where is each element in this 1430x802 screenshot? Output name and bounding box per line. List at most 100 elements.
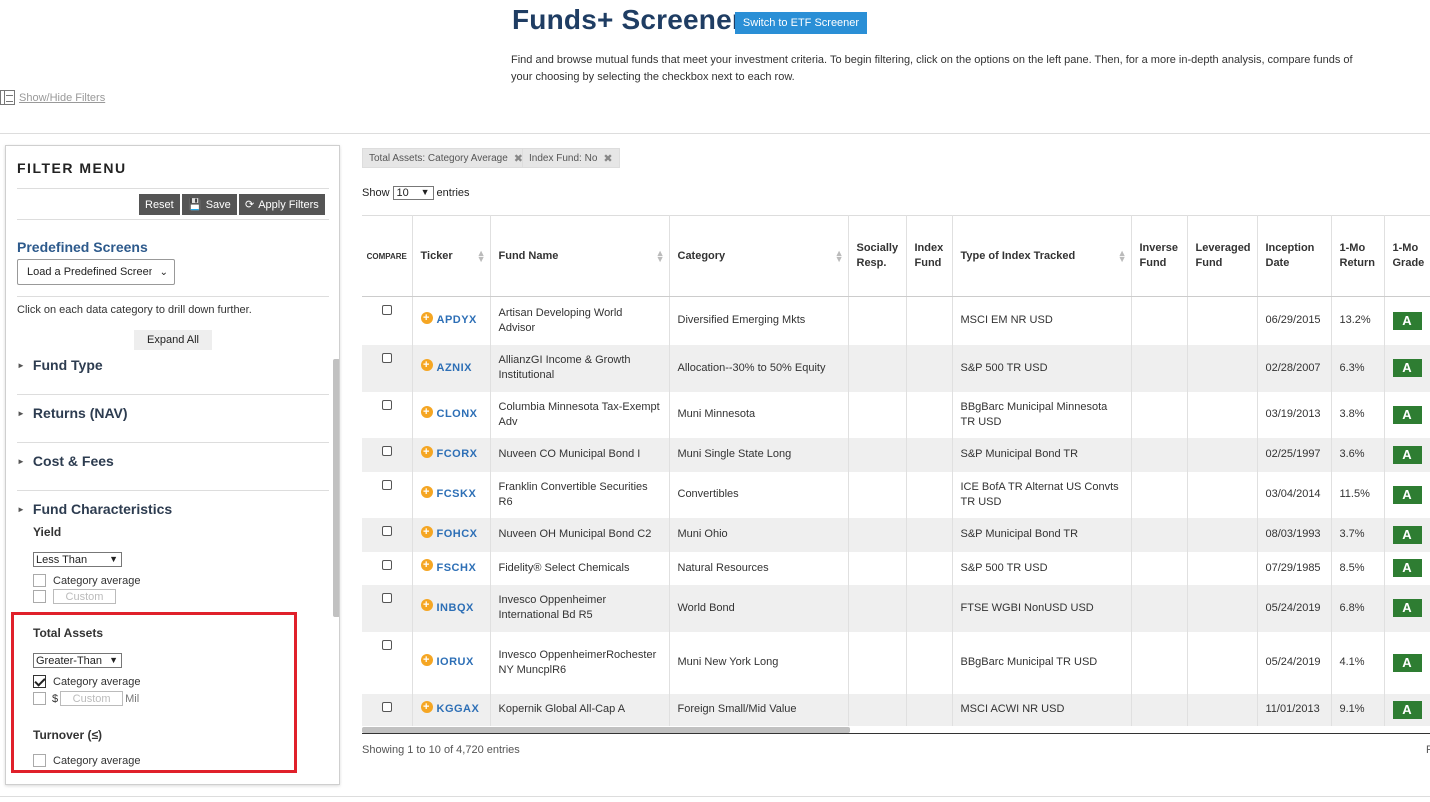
column-header-ticker[interactable]: Ticker ▲ ▼: [412, 215, 491, 297]
index-tracked-cell: BBgBarc Municipal TR USD: [952, 631, 1132, 694]
compare-checkbox[interactable]: [381, 639, 392, 650]
ticker-link[interactable]: + IORUX: [420, 653, 482, 670]
category-cost-fees[interactable]: ► Cost & Fees: [17, 453, 114, 469]
column-header-fund-name[interactable]: Fund Name ▲ ▼: [490, 215, 670, 297]
plus-circle-icon[interactable]: +: [420, 700, 433, 713]
ticker-label: CLONX: [436, 408, 478, 420]
ticker-link[interactable]: + KGGAX: [420, 700, 482, 717]
plus-circle-icon[interactable]: +: [420, 599, 433, 611]
leveraged-fund-cell: [1187, 344, 1258, 392]
ticker-label: IORUX: [436, 656, 474, 668]
category-cell: Muni Ohio: [669, 517, 849, 552]
show-label: Show: [362, 187, 390, 199]
ticker-link[interactable]: + FCSKX: [420, 485, 482, 502]
entries-suffix: entries: [436, 187, 470, 199]
predefined-screens-title: Predefined Screens: [17, 239, 148, 255]
chevron-down-icon: ▼: [109, 554, 118, 564]
category-cell: Muni Single State Long: [669, 437, 849, 472]
grade-badge: A: [1392, 525, 1422, 544]
compare-cell: [362, 584, 413, 632]
yield-custom-option[interactable]: Custom: [33, 589, 116, 604]
compare-checkbox[interactable]: [381, 445, 392, 456]
ticker-link[interactable]: + AZNIX: [420, 359, 482, 376]
category-returns-nav[interactable]: ► Returns (NAV): [17, 405, 128, 421]
yield-label: Yield: [33, 525, 62, 539]
show-hide-filters-link[interactable]: Show/Hide Filters: [0, 90, 105, 105]
column-header-type-of-index[interactable]: Type of Index Tracked ▲ ▼: [952, 215, 1132, 297]
ticker-cell: + IORUX: [412, 631, 491, 694]
grade-badge: A: [1392, 700, 1422, 719]
close-icon[interactable]: ✖: [603, 152, 612, 165]
ticker-link[interactable]: + APDYX: [420, 311, 482, 328]
save-button[interactable]: 💾 Save: [182, 194, 237, 215]
sort-icon: ▲ ▼: [834, 248, 844, 264]
ticker-link[interactable]: + FSCHX: [420, 559, 482, 576]
fund-name-cell: Nuveen CO Municipal Bond I: [490, 437, 670, 472]
compare-checkbox[interactable]: [381, 559, 392, 570]
fund-name-cell: Artisan Developing World Advisor: [490, 296, 670, 345]
table-row: + CLONX Columbia Minnesota Tax-Exempt Adv M…: [362, 391, 1430, 438]
return-cell: 9.1%: [1331, 693, 1385, 726]
filter-scrollbar-thumb[interactable]: [333, 359, 339, 617]
plus-circle-icon[interactable]: +: [420, 445, 433, 458]
yield-category-average-checkbox[interactable]: [33, 574, 46, 587]
column-header-1mo-grade[interactable]: 1-Mo Grade: [1384, 215, 1430, 297]
inception-date-cell: 05/24/2019: [1257, 631, 1332, 694]
column-header-leveraged-fund[interactable]: Leveraged Fund: [1187, 215, 1258, 297]
plus-circle-icon[interactable]: +: [420, 525, 433, 538]
return-cell: 6.3%: [1331, 344, 1385, 392]
active-filter-chip[interactable]: Index Fund: No ✖: [522, 148, 620, 168]
yield-operator-select[interactable]: Less Than ▼: [33, 552, 122, 567]
fund-name-cell: Kopernik Global All-Cap A: [490, 693, 670, 726]
ticker-cell: + FCSKX: [412, 471, 491, 518]
yield-custom-input[interactable]: Custom: [53, 589, 116, 604]
show-hide-filters-label: Show/Hide Filters: [19, 91, 106, 104]
column-header-inception-date[interactable]: Inception Date: [1257, 215, 1332, 297]
plus-circle-icon[interactable]: +: [420, 405, 433, 418]
leveraged-fund-cell: [1187, 471, 1258, 518]
apply-filters-button[interactable]: ⟳ Apply Filters: [239, 194, 325, 215]
plus-circle-icon[interactable]: +: [420, 311, 433, 324]
plus-circle-icon[interactable]: +: [420, 559, 433, 571]
ticker-cell: + CLONX: [412, 391, 491, 438]
column-header-index-fund[interactable]: Index Fund: [906, 215, 953, 297]
ticker-link[interactable]: + CLONX: [420, 405, 482, 422]
compare-checkbox[interactable]: [381, 701, 392, 712]
grade-badge: A: [1392, 559, 1422, 577]
ticker-link[interactable]: + INBQX: [420, 599, 482, 616]
category-fund-type[interactable]: ► Fund Type: [17, 357, 103, 373]
plus-circle-icon[interactable]: +: [420, 485, 433, 498]
compare-checkbox[interactable]: [381, 479, 392, 490]
compare-cell: [362, 693, 413, 726]
category-fund-characteristics[interactable]: ► Fund Characteristics: [17, 501, 172, 517]
leveraged-fund-cell: [1187, 296, 1258, 345]
ticker-cell: + AZNIX: [412, 344, 491, 392]
active-filter-chip[interactable]: Total Assets: Category Average ✖: [362, 148, 531, 168]
switch-to-etf-button[interactable]: Switch to ETF Screener: [735, 12, 867, 34]
column-header-socially-resp[interactable]: Socially Resp.: [848, 215, 907, 297]
plus-circle-icon[interactable]: +: [420, 653, 433, 666]
yield-category-average-option[interactable]: Category average: [33, 574, 140, 587]
page-description: Find and browse mutual funds that meet y…: [511, 54, 1353, 83]
column-header-category[interactable]: Category ▲ ▼: [669, 215, 849, 297]
ticker-link[interactable]: + FCORX: [420, 445, 482, 462]
column-header-1mo-return[interactable]: 1-Mo Return: [1331, 215, 1385, 297]
plus-circle-icon[interactable]: +: [420, 359, 433, 371]
yield-custom-checkbox[interactable]: [33, 590, 46, 603]
compare-checkbox[interactable]: [381, 352, 392, 363]
ticker-link[interactable]: + FOHCX: [420, 525, 482, 542]
expand-all-button[interactable]: Expand All: [134, 330, 212, 350]
reset-button[interactable]: Reset: [139, 194, 180, 215]
fund-name-cell: Invesco OppenheimerRochester NY MuncplR6: [490, 631, 670, 694]
compare-checkbox[interactable]: [381, 305, 392, 315]
predefined-screen-select[interactable]: Load a Predefined Screen ⌄: [17, 259, 175, 285]
return-cell: 4.1%: [1331, 631, 1385, 694]
compare-checkbox[interactable]: [381, 525, 392, 536]
column-header-inverse-fund[interactable]: Inverse Fund: [1131, 215, 1188, 297]
category-label: Fund Type: [32, 357, 103, 373]
ticker-cell: + FSCHX: [412, 551, 491, 585]
compare-checkbox[interactable]: [381, 592, 392, 603]
leveraged-fund-cell: [1187, 584, 1258, 632]
compare-checkbox[interactable]: [381, 399, 392, 410]
entries-per-page-select[interactable]: 10 ▼: [392, 186, 434, 200]
